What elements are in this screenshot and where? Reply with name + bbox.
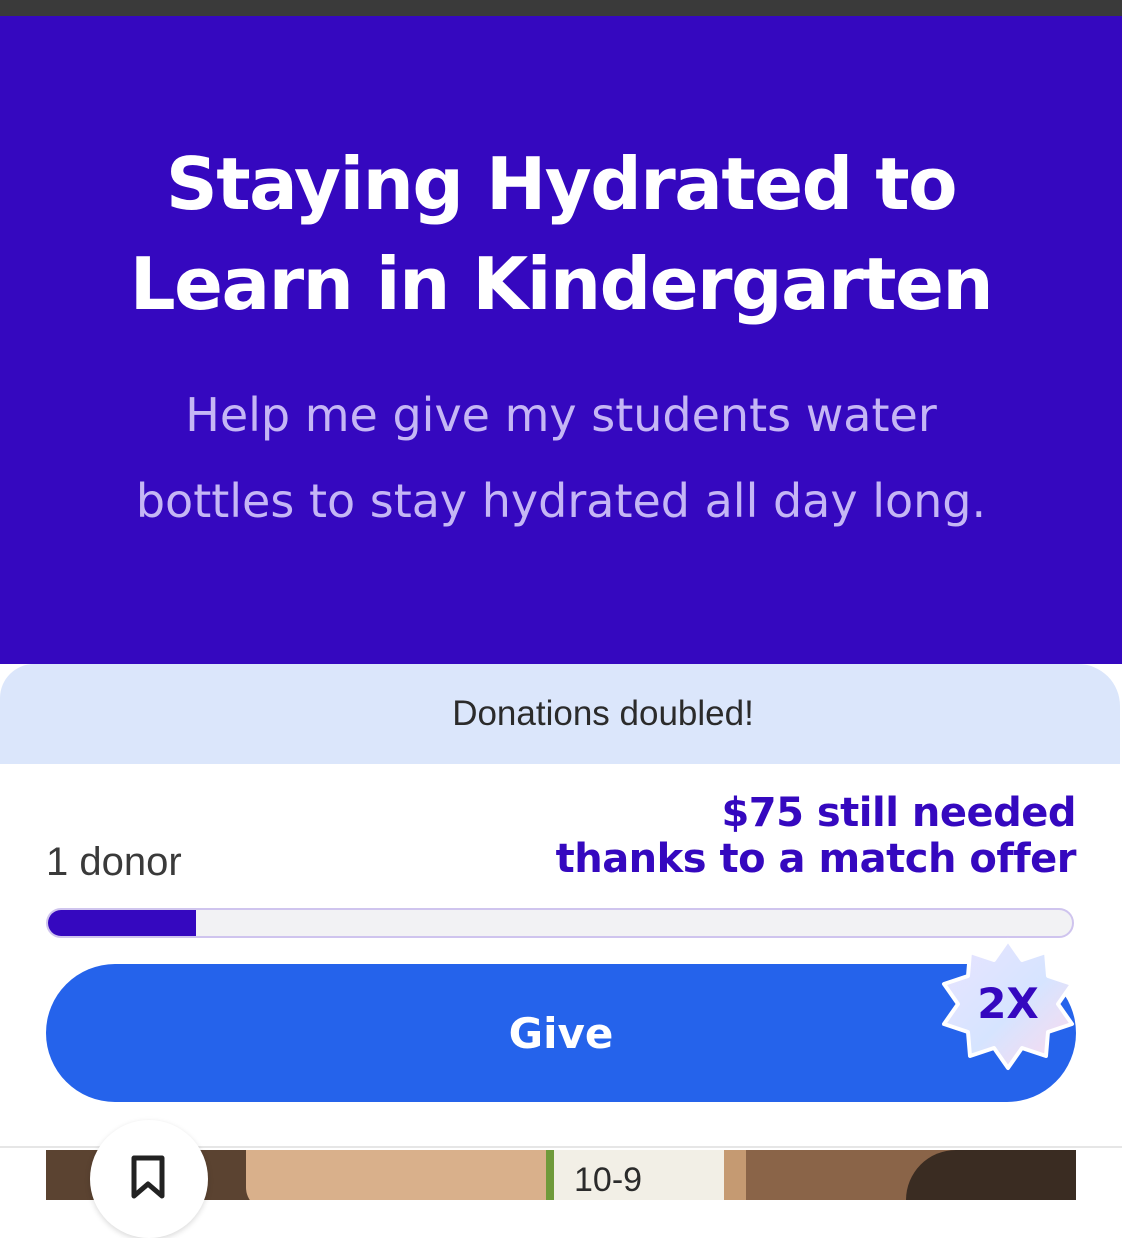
match-badge-label: 2X xyxy=(977,979,1039,1028)
still-needed-amount: $75 still needed xyxy=(721,790,1076,836)
funding-progress-fill xyxy=(48,910,197,936)
donor-count: 1 donor xyxy=(46,840,182,884)
project-subtitle: Help me give my students water bottles t… xyxy=(135,388,987,528)
photo-second-student xyxy=(906,1150,1076,1200)
match-2x-badge: 2X xyxy=(938,934,1078,1074)
match-offer-note: thanks to a match offer xyxy=(555,836,1077,882)
bookmark-icon xyxy=(131,1155,165,1199)
browser-top-bar xyxy=(0,0,1122,16)
project-hero: Staying Hydrated to Learn in Kindergarte… xyxy=(0,16,1122,666)
match-banner: Donations doubled! xyxy=(0,664,1120,764)
poster-text: 10-9 xyxy=(574,1161,643,1199)
photo-classroom-poster: 10-9 xyxy=(546,1150,724,1200)
funding-progress-bar xyxy=(46,908,1074,938)
amount-still-needed: $75 still needed thanks to a match offer xyxy=(555,790,1077,882)
project-title: Staying Hydrated to Learn in Kindergarte… xyxy=(129,142,994,326)
match-banner-text: Donations doubled! xyxy=(452,694,754,733)
donation-card: Donations doubled! 1 donor $75 still nee… xyxy=(0,664,1122,1238)
bookmark-button[interactable] xyxy=(90,1120,208,1238)
give-button[interactable]: Give xyxy=(46,964,1076,1102)
